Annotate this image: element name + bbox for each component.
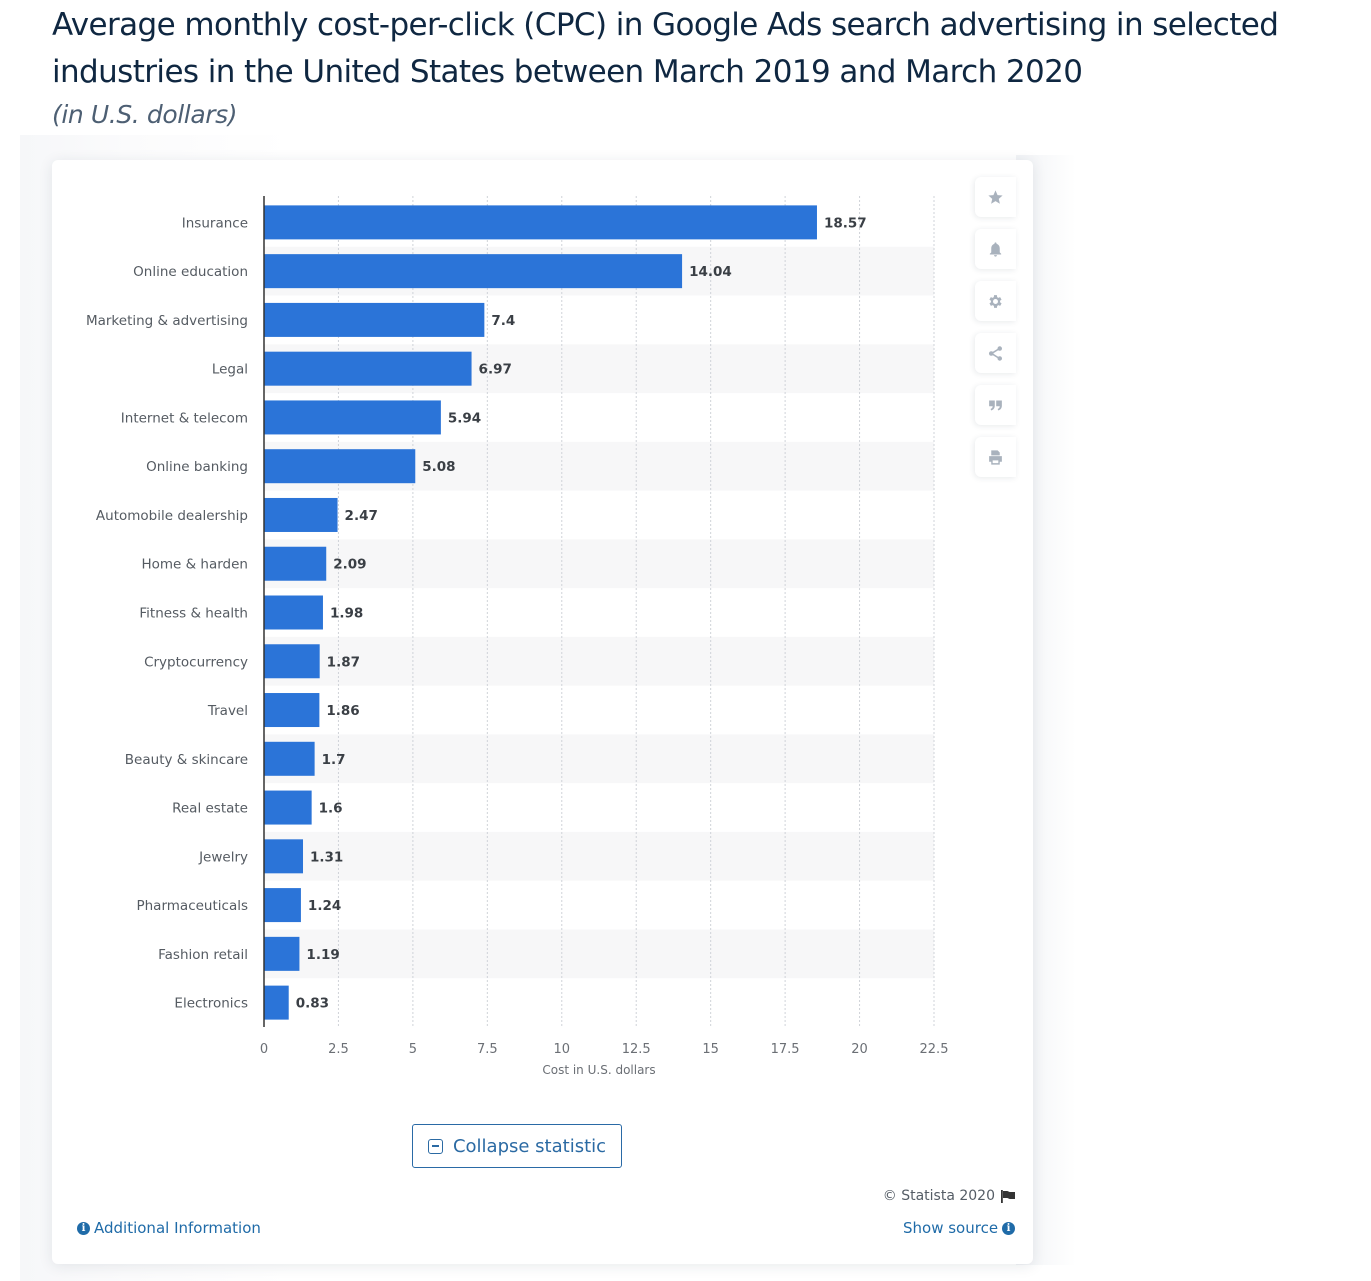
- category-label: Jewelry: [198, 849, 248, 865]
- bar[interactable]: [264, 449, 416, 484]
- print-button[interactable]: [975, 437, 1016, 477]
- category-label: Online education: [133, 264, 248, 280]
- star-icon: [988, 189, 1003, 204]
- category-label: Travel: [207, 703, 248, 719]
- bar[interactable]: [264, 497, 338, 532]
- bar[interactable]: [264, 546, 327, 581]
- category-label: Legal: [212, 362, 248, 378]
- x-tick-label: 5: [409, 1042, 417, 1057]
- value-label: 2.47: [345, 508, 378, 524]
- row-stripe: [264, 636, 934, 686]
- bell-icon: [989, 241, 1002, 257]
- value-label: 5.94: [448, 410, 481, 426]
- row-stripe: [264, 734, 934, 784]
- value-label: 2.09: [333, 557, 366, 573]
- x-tick-label: 15: [702, 1042, 719, 1057]
- x-tick-label: 12.5: [622, 1042, 651, 1057]
- x-tick-label: 0: [260, 1042, 268, 1057]
- show-source-label: Show source: [903, 1219, 999, 1237]
- collapse-label: Collapse statistic: [452, 1135, 607, 1157]
- category-label: Real estate: [172, 801, 248, 817]
- cite-button[interactable]: [975, 385, 1016, 425]
- bar[interactable]: [264, 595, 323, 630]
- x-tick-labels: 0 2.5 5 7.5 10 12.5 15 17.5 20 22.5: [260, 1042, 949, 1057]
- x-tick-label: 2.5: [328, 1042, 349, 1057]
- value-label: 6.97: [479, 362, 512, 378]
- value-label: 1.87: [327, 654, 360, 670]
- category-label: Marketing & advertising: [86, 313, 248, 329]
- bar[interactable]: [264, 985, 289, 1020]
- value-label: 1.98: [330, 606, 363, 622]
- print-icon: [989, 449, 1002, 465]
- bar[interactable]: [264, 205, 817, 240]
- value-label: 0.83: [296, 996, 329, 1012]
- x-tick-label: 10: [554, 1042, 571, 1057]
- additional-information-label: Additional Information: [94, 1219, 261, 1237]
- info-icon: i: [1002, 1221, 1016, 1235]
- value-label: 1.86: [326, 703, 359, 719]
- value-label: 1.7: [322, 752, 346, 768]
- bar[interactable]: [264, 254, 683, 289]
- category-label: Online banking: [146, 459, 248, 475]
- bar[interactable]: [264, 693, 320, 728]
- value-label: 7.4: [491, 313, 515, 329]
- x-tick-label: 20: [851, 1042, 868, 1057]
- show-source-link[interactable]: Show source i: [903, 1219, 1016, 1237]
- copyright: © Statista 2020: [883, 1188, 1015, 1204]
- value-label: 14.04: [689, 264, 732, 280]
- share-icon: [988, 345, 1003, 361]
- share-button[interactable]: [975, 333, 1016, 373]
- chart-toolbar: [975, 177, 1016, 489]
- bar-chart: Insurance Online education Marketing & adv…: [86, 196, 949, 1077]
- copyright-text: © Statista 2020: [882, 1188, 995, 1204]
- value-label: 5.08: [422, 459, 455, 475]
- category-label: Fashion retail: [158, 947, 248, 963]
- notification-button[interactable]: [975, 229, 1016, 269]
- row-stripe: [264, 831, 934, 881]
- category-label: Pharmaceuticals: [136, 898, 248, 914]
- bar[interactable]: [264, 644, 320, 679]
- category-label: Home & harden: [141, 557, 248, 573]
- x-tick-label: 17.5: [771, 1042, 800, 1057]
- category-label: Fitness & health: [139, 606, 248, 622]
- bar[interactable]: [264, 936, 300, 971]
- category-label: Internet & telecom: [121, 410, 248, 426]
- bar[interactable]: [264, 839, 304, 874]
- value-label: 1.19: [306, 947, 339, 963]
- category-label: Automobile dealership: [96, 508, 248, 524]
- bar[interactable]: [264, 302, 485, 337]
- row-stripe: [264, 929, 934, 979]
- value-label: 1.31: [310, 849, 343, 865]
- flag-icon[interactable]: [1001, 1189, 1015, 1203]
- bar[interactable]: [264, 790, 312, 825]
- additional-information-link[interactable]: i Additional Information: [77, 1219, 261, 1237]
- favorite-button[interactable]: [975, 177, 1016, 217]
- category-label: Electronics: [174, 996, 248, 1012]
- category-label: Insurance: [182, 215, 248, 231]
- x-tick-label: 7.5: [477, 1042, 498, 1057]
- bar[interactable]: [264, 351, 472, 386]
- bar[interactable]: [264, 400, 441, 435]
- category-labels: Insurance Online education Marketing & adv…: [86, 215, 248, 1011]
- value-label: 1.6: [319, 801, 343, 817]
- x-axis-label: Cost in U.S. dollars: [542, 1063, 655, 1077]
- x-tick-label: 22.5: [920, 1042, 949, 1057]
- gear-icon: [989, 294, 1002, 308]
- collapse-icon: [427, 1138, 443, 1154]
- quote-icon: [989, 400, 1002, 410]
- bar[interactable]: [264, 741, 315, 776]
- info-icon: i: [77, 1221, 90, 1235]
- bar[interactable]: [264, 888, 301, 923]
- collapse-statistic-button[interactable]: Collapse statistic: [412, 1124, 622, 1168]
- value-label: 1.24: [308, 898, 341, 914]
- category-label: Cryptocurrency: [144, 654, 248, 670]
- value-label: 18.57: [824, 215, 867, 231]
- settings-button[interactable]: [975, 281, 1016, 321]
- category-label: Beauty & skincare: [125, 752, 248, 768]
